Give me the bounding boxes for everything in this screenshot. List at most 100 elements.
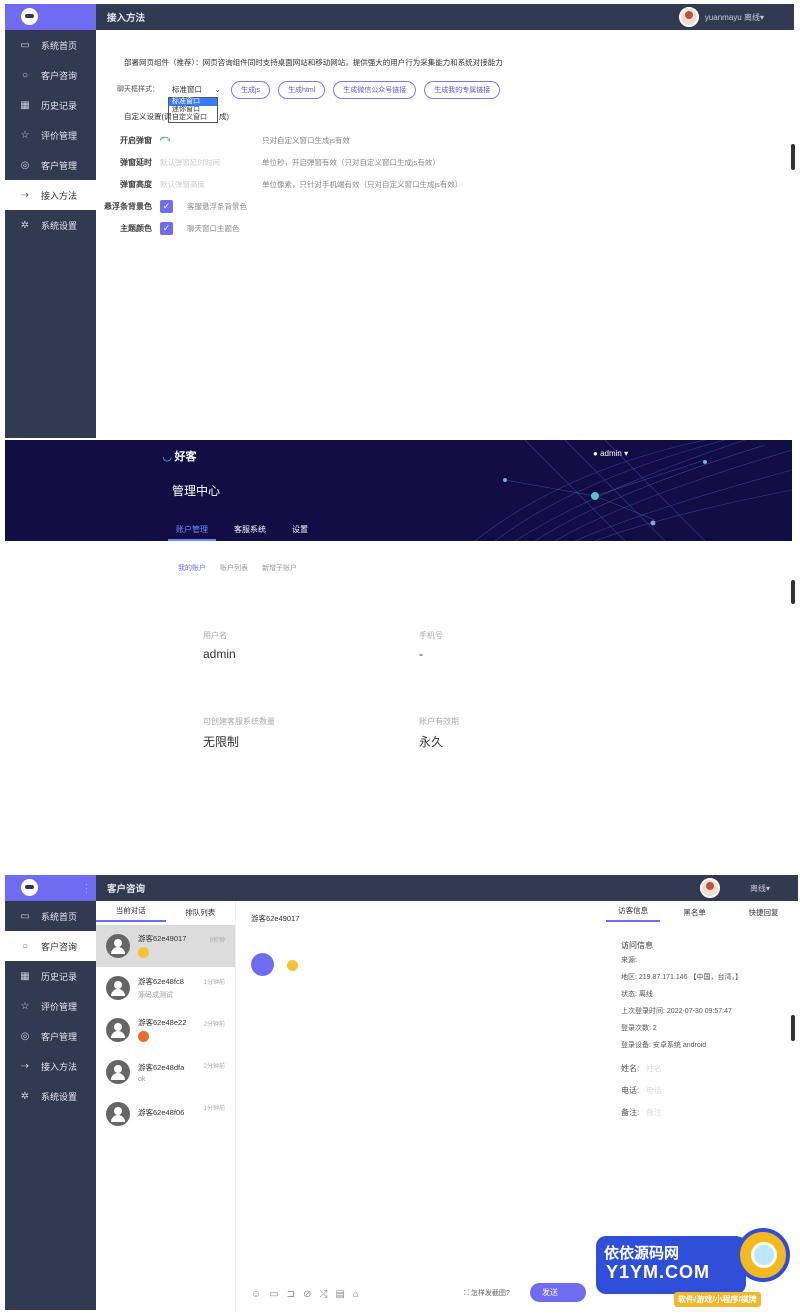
sidebar-item[interactable]: ◎ 客户管理 bbox=[5, 1021, 96, 1051]
phone-input[interactable]: 电话 bbox=[646, 1086, 662, 1095]
last-message bbox=[138, 1030, 186, 1044]
scroll-handle[interactable] bbox=[791, 144, 795, 170]
sidebar-item[interactable]: ▦ 历史记录 bbox=[5, 90, 96, 120]
dropdown-option[interactable]: 迷你窗口 bbox=[169, 106, 217, 114]
color-picker[interactable]: ✓ bbox=[160, 221, 173, 235]
generate-button[interactable]: 生成微信公众号链接 bbox=[333, 81, 417, 99]
sidebar-item[interactable]: ▦ 历史记录 bbox=[5, 961, 96, 991]
sidebar-item-label: 客户管理 bbox=[41, 160, 78, 171]
folder-icon[interactable]: ⊐ bbox=[287, 1289, 295, 1300]
chat-circle-icon: ○ bbox=[21, 69, 29, 81]
hero-tab[interactable]: 账户管理 bbox=[168, 524, 216, 541]
tab-blacklist[interactable]: 黑名单 bbox=[660, 907, 729, 918]
chevron-down-icon: ▾ bbox=[765, 883, 770, 893]
sidebar-item[interactable]: ✲ 系统设置 bbox=[5, 1081, 96, 1111]
sidebar-item[interactable]: ▭ 系统首页 bbox=[5, 901, 96, 931]
source-row: 来源: bbox=[621, 957, 637, 964]
shock-emoji-icon bbox=[138, 1030, 149, 1042]
account-phone: 手机号 - bbox=[419, 631, 443, 661]
home-icon[interactable]: ⌂ bbox=[353, 1289, 359, 1300]
name-input[interactable]: 姓名 bbox=[646, 1064, 662, 1073]
height-input[interactable]: 默认弹窗高度 bbox=[160, 179, 262, 190]
field-tip: 只对自定义窗口生成js有效 bbox=[262, 135, 350, 145]
scroll-handle[interactable] bbox=[791, 580, 795, 604]
emoji-icon[interactable]: ☺ bbox=[251, 1289, 261, 1300]
sub-tab[interactable]: 新增子账户 bbox=[262, 565, 297, 572]
dropdown-option[interactable]: 自定义窗口 bbox=[169, 114, 217, 122]
conversation-item[interactable]: 游客62e48f06 1分钟前 bbox=[96, 1093, 235, 1135]
conversation-item[interactable]: 游客62e48fc8 源码成测试 1分钟前 bbox=[96, 967, 235, 1009]
last-message: ok bbox=[138, 1075, 146, 1083]
scroll-handle[interactable] bbox=[791, 1015, 795, 1041]
custom-settings-label: 自定义设置(调 bbox=[124, 112, 172, 121]
chevron-down-icon: ⌄ bbox=[214, 85, 221, 94]
gear-icon: ✲ bbox=[20, 1090, 30, 1102]
field-delay: 弹窗延时 默认弹窗延时时间 单位秒，开启弹窗有效（只对自定义窗口生成js有效） bbox=[80, 151, 462, 173]
hero-tab[interactable]: 设置 bbox=[284, 524, 316, 541]
sidebar-item-label: 评价管理 bbox=[41, 1001, 78, 1012]
avatar[interactable] bbox=[699, 878, 720, 898]
watermark-title: 依依源码网 bbox=[604, 1245, 680, 1262]
generate-button[interactable]: 生成js bbox=[231, 81, 271, 99]
visitor-name: 游客62e48e22 bbox=[138, 1017, 187, 1027]
visitor-heading: 访问信息 bbox=[621, 941, 653, 950]
avatar[interactable] bbox=[678, 7, 699, 27]
transfer-icon[interactable]: ⤮ bbox=[319, 1289, 327, 1300]
list-tabs: 当前对话 排队列表 bbox=[96, 901, 235, 923]
sidebar-item-label: 系统设置 bbox=[41, 220, 78, 231]
sidebar-item[interactable]: ▭ 系统首页 bbox=[5, 30, 96, 60]
tab-quick-reply[interactable]: 快捷回复 bbox=[729, 907, 798, 918]
sub-tab[interactable]: 我的账户 bbox=[178, 565, 206, 572]
hero-tabs: 账户管理 客服系统 设置 bbox=[168, 524, 326, 541]
state-row: 状态: 离线 bbox=[621, 991, 653, 998]
caret-icon: ▾ bbox=[624, 449, 629, 458]
screenshot-help[interactable]: ⛶ 怎样发截图? bbox=[464, 1288, 510, 1298]
username: yuanmayu bbox=[704, 12, 742, 22]
tab-queue[interactable]: 排队列表 bbox=[166, 907, 236, 918]
avatar bbox=[106, 934, 130, 958]
status-dropdown[interactable]: 离线 bbox=[744, 12, 760, 23]
tab-current[interactable]: 当前对话 bbox=[96, 902, 166, 922]
sidebar-item[interactable]: ○ 客户咨询 bbox=[5, 60, 96, 90]
file-icon[interactable]: ▤ bbox=[335, 1289, 344, 1300]
popup-toggle[interactable]: 开 bbox=[160, 137, 171, 143]
link-icon: ⇢ bbox=[20, 1060, 30, 1072]
conversation-item[interactable]: 游客62e48e22 2分钟前 bbox=[96, 1009, 235, 1051]
sidebar-item-label: 系统首页 bbox=[41, 911, 78, 922]
sidebar-item-label: 历史记录 bbox=[41, 100, 78, 111]
app-logo bbox=[5, 4, 96, 30]
sub-tab[interactable]: 账户列表 bbox=[220, 565, 248, 572]
user-icon: ◎ bbox=[20, 1030, 30, 1042]
dropdown-option[interactable]: 标准窗口 bbox=[169, 98, 217, 106]
sidebar-item[interactable]: ○ 客户咨询 bbox=[5, 931, 96, 961]
conversation-item[interactable]: 游客62e48dfa ok 2分钟前 bbox=[96, 1051, 235, 1093]
image-icon[interactable]: ▭ bbox=[269, 1289, 278, 1300]
block-icon[interactable]: ⊘ bbox=[303, 1289, 311, 1300]
sidebar-item[interactable]: ☆ 评价管理 bbox=[5, 991, 96, 1021]
generate-button[interactable]: 生成我的专属链接 bbox=[424, 81, 501, 99]
admin-menu[interactable]: ● admin ▾ bbox=[593, 449, 628, 458]
send-button[interactable]: 发送 bbox=[530, 1283, 586, 1302]
region-row: 地区: 219.87.171.146 【中国，台湾，】 bbox=[621, 974, 742, 981]
hero-banner: ◡ 好客 ● admin ▾ 管理中心 账户管理 客服系统 设置 bbox=[5, 440, 792, 541]
delay-input[interactable]: 默认弹窗延时时间 bbox=[160, 157, 262, 168]
status-dropdown[interactable]: 离线 bbox=[750, 883, 766, 894]
more-icon[interactable]: · · · bbox=[85, 881, 89, 897]
visitor-name: 游客62e49017 bbox=[138, 933, 187, 943]
field-height: 弹窗高度 默认弹窗高度 单位像素，只针对手机端有效（只对自定义窗口生成js有效） bbox=[80, 173, 462, 195]
sidebar-item-label: 接入方法 bbox=[41, 1061, 78, 1072]
style-select[interactable]: 标准窗口 ⌄ bbox=[172, 84, 221, 95]
robot-logo-icon bbox=[21, 8, 38, 25]
field-tip: 单位像素，只针对手机端有效（只对自定义窗口生成js有效） bbox=[262, 179, 463, 189]
field-tip: 客服悬浮条背景色 bbox=[187, 201, 247, 211]
sidebar-item[interactable]: ⇢ 接入方法 bbox=[5, 1051, 96, 1081]
note-input[interactable]: 备注 bbox=[646, 1108, 662, 1117]
conversation-item[interactable]: 游客62e49017 8秒钟 bbox=[96, 925, 235, 967]
color-picker[interactable]: ✓ bbox=[160, 199, 173, 213]
generate-button[interactable]: 生成html bbox=[278, 81, 326, 99]
visitor-name: 游客62e48dfa bbox=[138, 1062, 185, 1072]
hero-tab[interactable]: 客服系统 bbox=[226, 524, 274, 541]
note-row: 备注: 备注 bbox=[621, 1108, 662, 1117]
tab-visitor-info[interactable]: 访客信息 bbox=[606, 902, 661, 922]
field-tip: 聊天窗口主题色 bbox=[187, 223, 240, 233]
